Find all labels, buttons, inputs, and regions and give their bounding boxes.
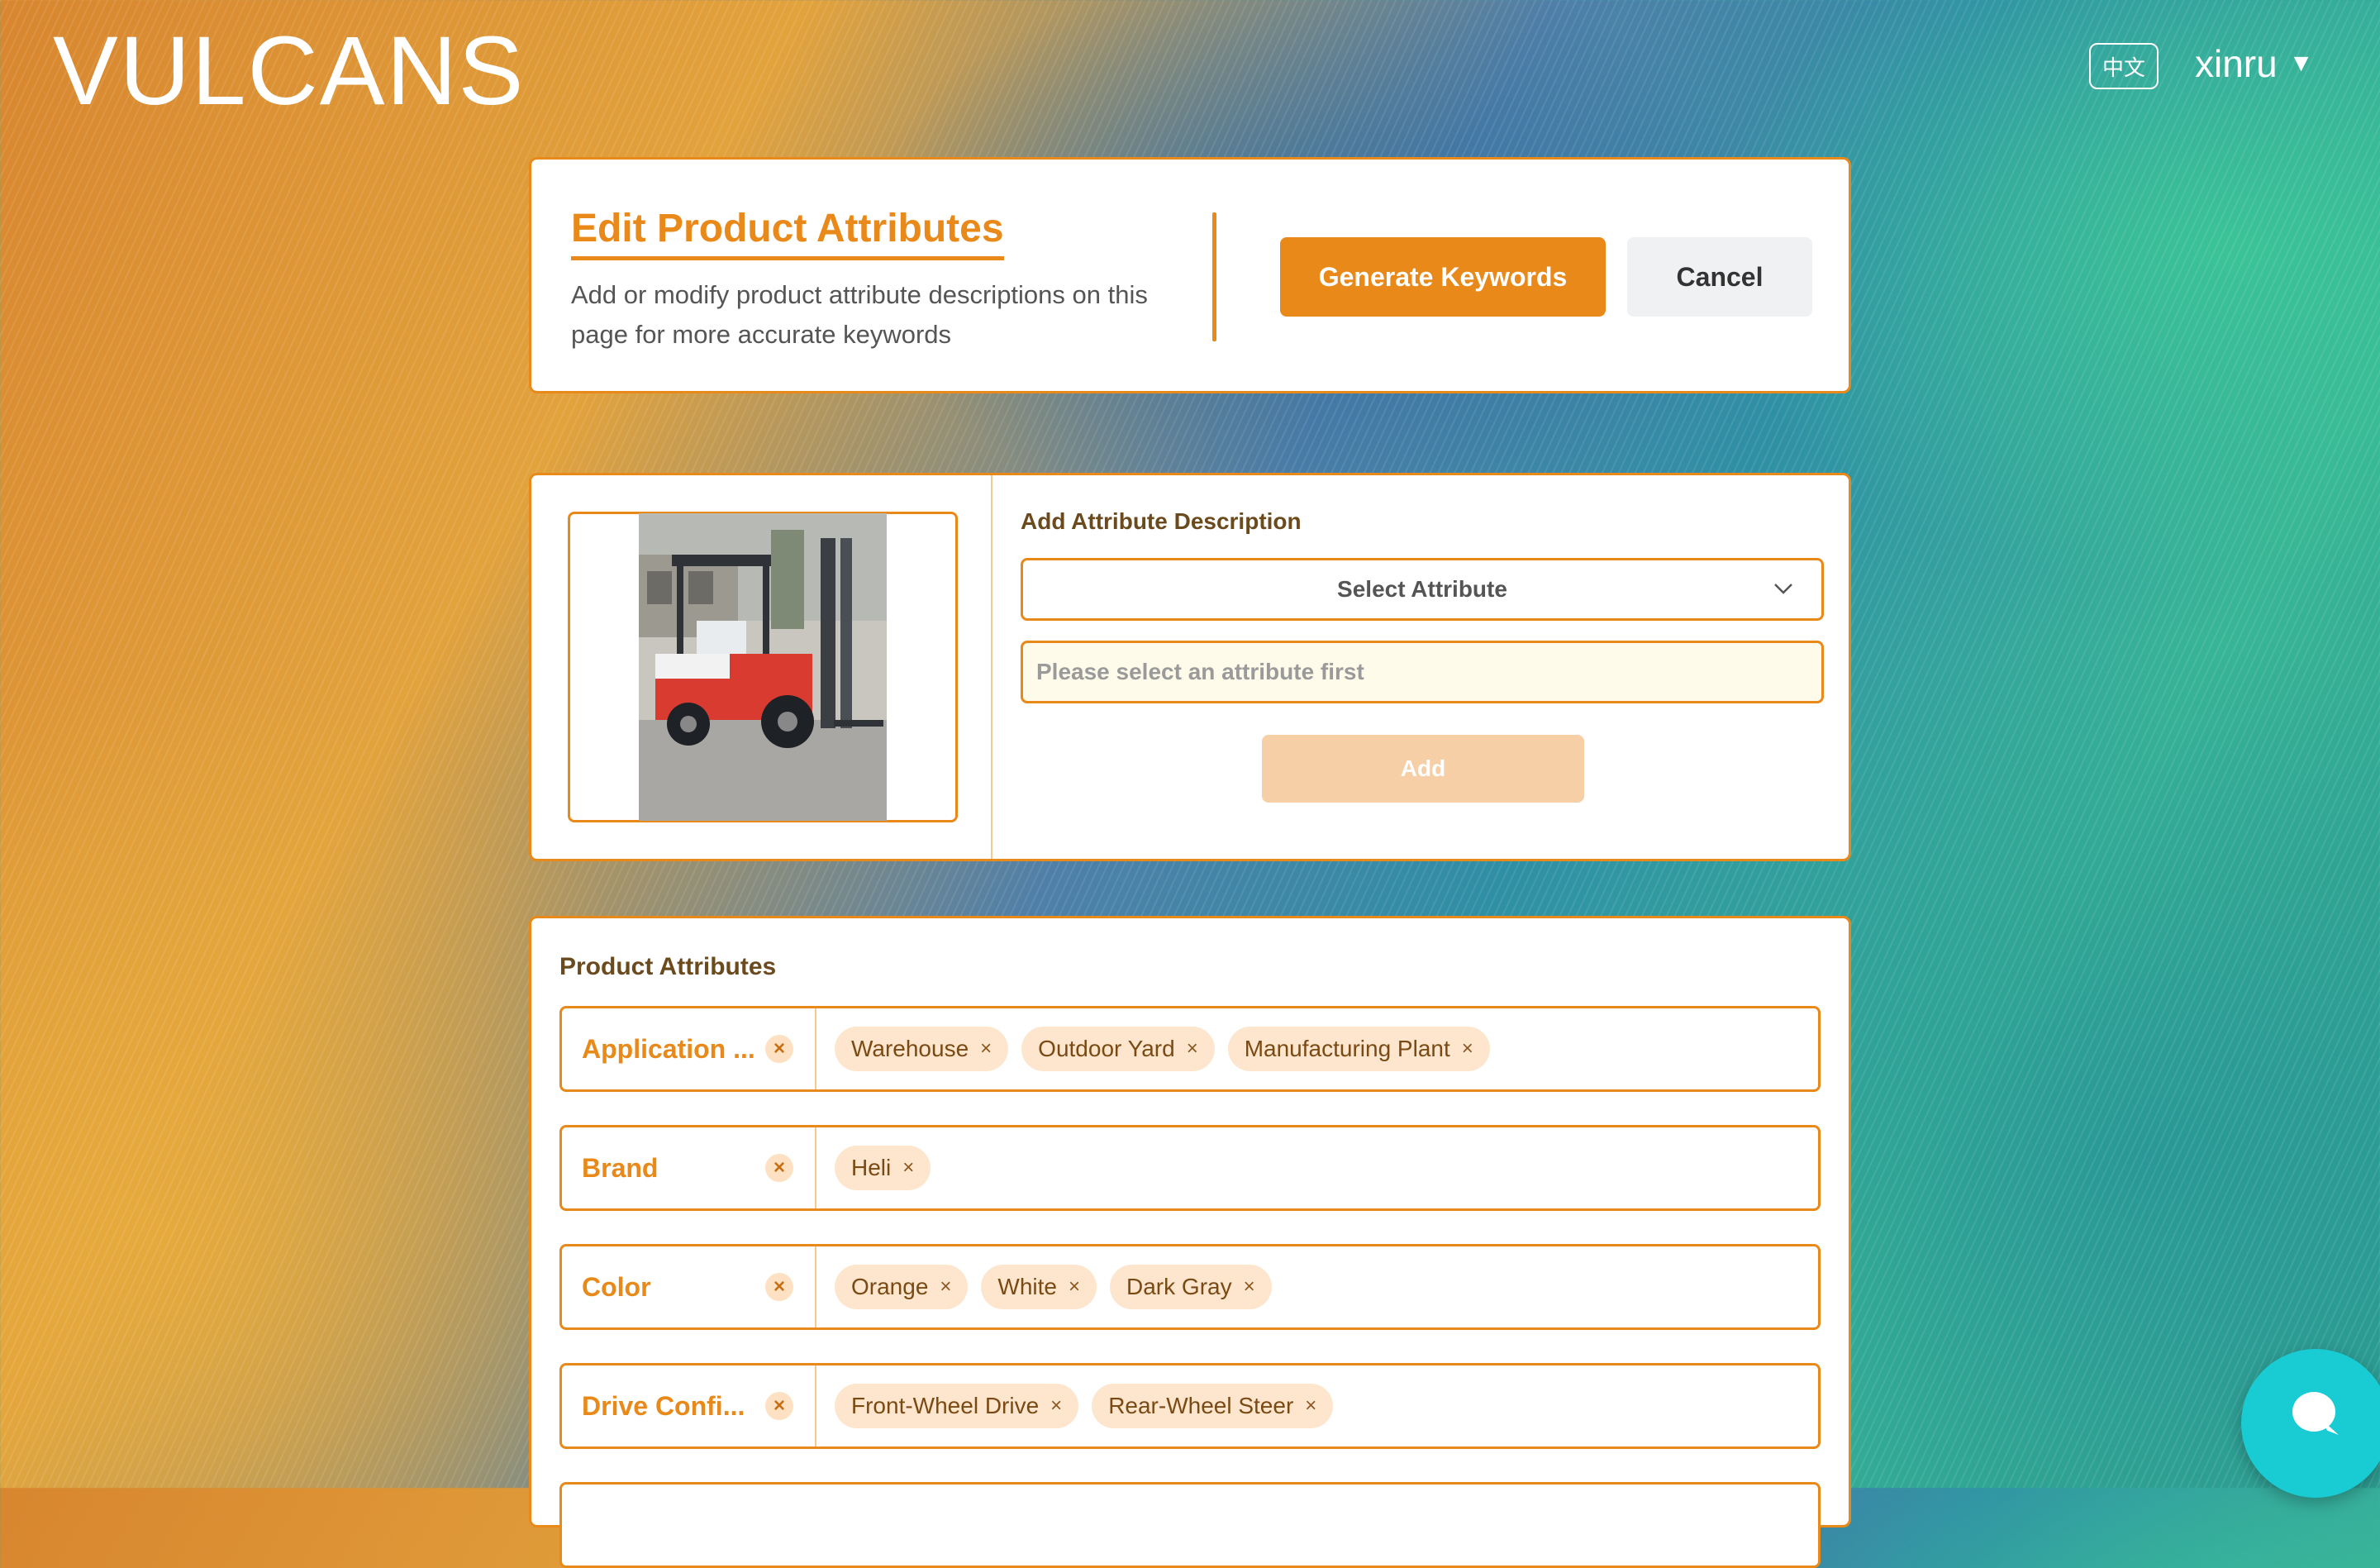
caret-down-icon: ▼ [2288,50,2314,77]
chat-support-button[interactable] [2241,1349,2380,1498]
attribute-name[interactable]: Drive Confi... [582,1391,745,1422]
remove-tag-icon[interactable]: × [1050,1394,1062,1418]
attribute-tag: Front-Wheel Drive × [835,1384,1079,1428]
attribute-name[interactable]: Color [582,1272,651,1303]
attribute-row: Brand × Heli × [559,1125,1821,1211]
cancel-button[interactable]: Cancel [1627,237,1812,317]
remove-tag-icon[interactable]: × [1244,1275,1255,1299]
remove-attribute-icon[interactable]: × [765,1392,793,1420]
tag-label: White [997,1274,1057,1299]
attribute-select-value: Select Attribute [1337,576,1507,602]
tag-label: Heli [851,1155,892,1180]
user-menu[interactable]: xinru ▼ [2195,41,2313,86]
generate-keywords-button[interactable]: Generate Keywords [1280,237,1606,317]
attribute-tag: Orange × [835,1265,969,1309]
tag-label: Warehouse [851,1036,969,1061]
attribute-name-cell: Drive Confi... × [562,1365,816,1446]
attribute-name[interactable]: Brand [582,1153,658,1184]
attribute-name-cell: Brand × [562,1127,816,1208]
remove-tag-icon[interactable]: × [980,1037,992,1060]
chevron-down-icon [1774,584,1792,594]
attribute-tags: Orange × White × Dark Gray × [816,1246,1272,1327]
header-divider [1212,212,1216,341]
product-attributes-card: Product Attributes Application ... × War… [529,916,1851,1568]
add-attribute-label: Add Attribute Description [1021,508,1302,534]
remove-tag-icon[interactable]: × [902,1156,914,1180]
tag-label: Manufacturing Plant [1244,1036,1450,1061]
attribute-tag: Warehouse × [835,1027,1009,1071]
remove-tag-icon[interactable]: × [940,1275,951,1299]
attribute-row [559,1482,1821,1568]
remove-tag-icon[interactable]: × [1305,1394,1316,1418]
remove-attribute-icon[interactable]: × [765,1035,793,1063]
attribute-tag: Dark Gray × [1110,1265,1272,1309]
attribute-tag: White × [981,1265,1097,1309]
tag-label: Front-Wheel Drive [851,1393,1040,1418]
attribute-row: Application ... × Warehouse × Outdoor Yar… [559,1006,1821,1092]
attribute-tags: Warehouse × Outdoor Yard × Manufacturing P… [816,1008,1490,1089]
page-title: Edit Product Attributes [571,206,1004,260]
app-logo: VULCANS [53,17,526,126]
remove-tag-icon[interactable]: × [1187,1037,1198,1060]
card-divider [991,475,992,859]
attribute-tag: Outdoor Yard × [1021,1027,1215,1071]
tag-label: Dark Gray [1126,1274,1232,1299]
attribute-name-cell: Color × [562,1246,816,1327]
attribute-name[interactable]: Application ... [582,1034,755,1065]
tag-label: Orange [851,1274,929,1299]
edit-attributes-header-card: Edit Product Attributes Add or modify pr… [529,157,1851,393]
user-name: xinru [2195,42,2278,85]
attribute-tags: Front-Wheel Drive × Rear-Wheel Steer × [816,1365,1334,1446]
add-button[interactable]: Add [1262,735,1584,803]
remove-tag-icon[interactable]: × [1069,1275,1080,1299]
attribute-select[interactable]: Select Attribute [1021,558,1824,621]
remove-attribute-icon[interactable]: × [765,1273,793,1301]
attribute-name-cell: Application ... × [562,1008,816,1089]
add-attribute-card: Add Attribute Description Select Attribu… [529,473,1851,861]
attribute-tag: Manufacturing Plant × [1227,1027,1490,1071]
product-image-frame [568,512,958,822]
tag-label: Rear-Wheel Steer [1108,1393,1294,1418]
page-subtitle: Add or modify product attribute descript… [571,280,1148,349]
product-attributes-title: Product Attributes [559,953,777,980]
forklift-product-photo [639,513,887,821]
tag-label: Outdoor Yard [1038,1036,1175,1061]
remove-tag-icon[interactable]: × [1462,1037,1473,1060]
attribute-row: Drive Confi... × Front-Wheel Drive × Rear… [559,1363,1821,1449]
remove-attribute-icon[interactable]: × [765,1154,793,1182]
attribute-description-input[interactable] [1021,641,1824,703]
attribute-tag: Rear-Wheel Steer × [1092,1384,1334,1428]
attribute-tag: Heli × [835,1146,931,1190]
chat-bubble-icon [2292,1392,2335,1432]
language-toggle-button[interactable]: 中文 [2089,43,2159,89]
attribute-tags: Heli × [816,1127,931,1208]
attribute-row: Color × Orange × White × Dark Gray × [559,1244,1821,1330]
